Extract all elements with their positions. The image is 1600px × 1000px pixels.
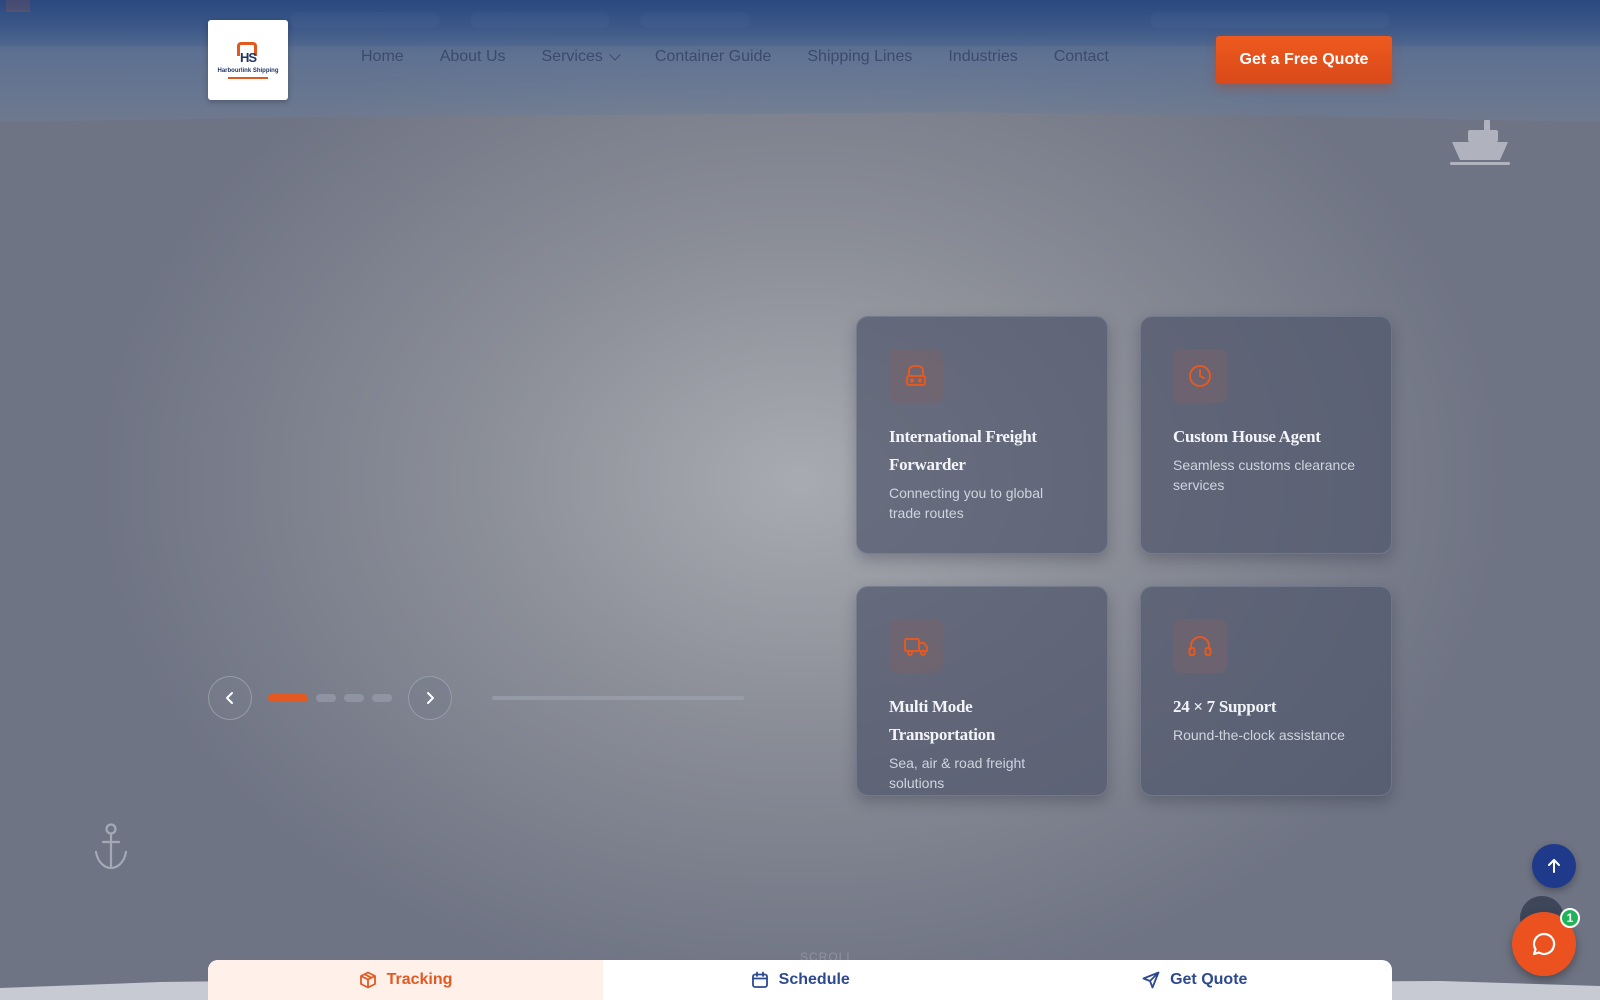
nav-shipping-lines[interactable]: Shipping Lines	[807, 48, 912, 66]
tab-label: Tracking	[386, 971, 453, 988]
slider-dot[interactable]	[316, 694, 336, 702]
package-icon	[359, 971, 376, 989]
truck-icon	[904, 638, 928, 656]
nav-label: Services	[541, 48, 603, 65]
arrow-up-icon	[1548, 859, 1560, 873]
card-icon-box	[1173, 619, 1227, 673]
calendar-icon	[751, 971, 768, 988]
scroll-to-top-button[interactable]	[1532, 844, 1576, 888]
nav-about-us[interactable]: About Us	[440, 48, 506, 66]
nav-label: Container Guide	[654, 48, 772, 65]
slider-dot[interactable]	[268, 694, 308, 702]
card-description: Seamless customs clearance services	[1173, 457, 1356, 493]
nav-container-guide[interactable]: Container Guide	[655, 48, 772, 66]
nav-label: Industries	[948, 48, 1018, 65]
slider-prev-button[interactable]	[208, 676, 252, 720]
quick-action-tabs: Tracking Schedule Get Quote	[208, 960, 1392, 1000]
nav-home[interactable]: Home	[361, 48, 404, 66]
logo-name: Harbourlink Shipping	[217, 67, 279, 74]
card-title: 24 × 7 Support	[1173, 697, 1277, 716]
feature-card[interactable]: International Freight Forwarder Connecti…	[856, 316, 1108, 554]
container-icon	[906, 365, 926, 386]
slider-dots	[268, 694, 392, 702]
slider-dot[interactable]	[372, 694, 392, 702]
tab-tracking[interactable]: Tracking	[208, 960, 603, 1000]
logo-mark-icon: HS	[235, 41, 261, 66]
chat-unread-badge: 1	[1560, 908, 1580, 928]
nav-label: About Us	[439, 48, 506, 65]
logo[interactable]: HS Harbourlink Shipping	[208, 20, 288, 100]
chat-bubble-icon	[1532, 932, 1556, 956]
card-description: Connecting you to global trade routes	[889, 485, 1044, 521]
nav-industries[interactable]: Industries	[948, 48, 1017, 66]
tab-schedule[interactable]: Schedule	[603, 960, 998, 1000]
nav-contact[interactable]: Contact	[1054, 48, 1109, 66]
ship-icon	[1450, 120, 1510, 165]
feature-card[interactable]: Multi Mode Transportation Sea, air & roa…	[856, 586, 1108, 796]
nav-label: Shipping Lines	[807, 48, 913, 65]
tab-label: Schedule	[778, 971, 850, 988]
feature-card[interactable]: Custom House Agent Seamless customs clea…	[1140, 316, 1392, 554]
tab-get-quote[interactable]: Get Quote	[998, 960, 1393, 1000]
nav-label: Home	[361, 48, 404, 65]
nav-label: Contact	[1053, 48, 1109, 65]
slider-dot[interactable]	[344, 694, 364, 702]
tab-label: Get Quote	[1170, 971, 1248, 988]
nav-services[interactable]: Services	[541, 48, 621, 66]
card-icon-box	[889, 349, 943, 403]
feature-card[interactable]: 24 × 7 Support Round-the-clock assistanc…	[1140, 586, 1392, 796]
slider-next-button[interactable]	[408, 676, 452, 720]
card-icon-box	[1173, 349, 1227, 403]
chevron-right-icon	[427, 692, 434, 704]
anchor-icon	[94, 823, 128, 870]
card-title: Multi Mode Transportation	[889, 697, 995, 744]
card-description: Round-the-clock assistance	[1173, 727, 1345, 743]
get-free-quote-button[interactable]: Get a Free Quote	[1216, 36, 1392, 84]
send-icon	[1142, 971, 1160, 989]
chevron-left-icon	[226, 692, 233, 704]
card-title: International Freight Forwarder	[889, 427, 1037, 474]
card-icon-box	[889, 619, 943, 673]
card-description: Sea, air & road freight solutions	[889, 755, 1026, 791]
logo-underline	[228, 76, 268, 79]
main-nav: Home About Us Services Container Guide S…	[361, 48, 1145, 66]
card-title: Custom House Agent	[1173, 427, 1321, 446]
slider-progress-bar	[492, 696, 744, 700]
chevron-down-icon	[609, 49, 621, 61]
clock-icon	[1189, 365, 1211, 387]
headset-icon	[1188, 636, 1212, 656]
